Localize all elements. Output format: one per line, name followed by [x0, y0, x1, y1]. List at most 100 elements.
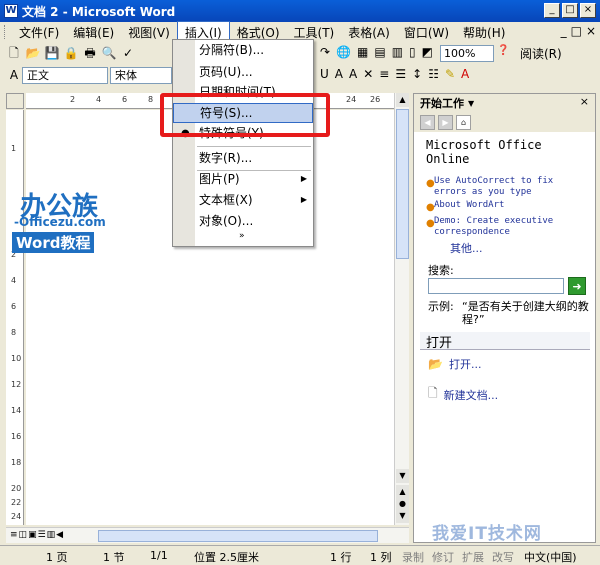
ruler-tick: 2: [70, 95, 76, 104]
scroll-up-arrow[interactable]: ▲: [396, 93, 409, 107]
print-icon[interactable]: 🖶: [82, 45, 98, 61]
maximize-button[interactable]: □: [562, 3, 578, 18]
close-button[interactable]: ×: [580, 3, 596, 18]
menu-item-object[interactable]: 对象(O)...: [197, 212, 313, 232]
menu-table[interactable]: 表格(A): [341, 22, 397, 43]
back-icon[interactable]: ◀: [420, 114, 435, 130]
menu-view[interactable]: 视图(V): [121, 22, 177, 43]
menubar-grip[interactable]: [4, 25, 8, 39]
chevron-down-icon[interactable]: ▼: [468, 99, 474, 108]
status-bar: 1 页 1 节 1/1 位置 2.5厘米 1 行 1 列 录制 修订 扩展 改写…: [0, 545, 600, 565]
drawing-icon[interactable]: ◩: [422, 45, 433, 59]
home-icon[interactable]: ⌂: [456, 114, 471, 130]
style-combo[interactable]: 正文: [22, 67, 108, 84]
normal-view-icon[interactable]: ≡: [10, 530, 18, 540]
open-folder-icon[interactable]: 📂: [25, 45, 41, 61]
doc-minimize-button[interactable]: _: [561, 24, 567, 38]
new-document-label[interactable]: 新建文档...: [444, 387, 499, 403]
align-icon[interactable]: ≡: [379, 67, 389, 81]
status-overtype[interactable]: 改写: [492, 549, 514, 565]
vertical-scroll-thumb[interactable]: [396, 109, 409, 259]
scroll-left-arrow[interactable]: ◀: [56, 530, 63, 540]
print-preview-icon[interactable]: 🔍: [101, 45, 117, 61]
print-view-icon[interactable]: ▣: [28, 530, 37, 540]
help-icon[interactable]: ❓: [497, 45, 509, 56]
ruler-tick: 6: [122, 95, 128, 104]
menu-item-textbox[interactable]: 文本框(X) ▶: [197, 191, 313, 211]
ruler-tick: 24: [11, 512, 22, 521]
char-border-icon[interactable]: A: [335, 67, 343, 81]
underline-icon[interactable]: U: [320, 67, 329, 81]
link-demo[interactable]: Demo: Create executive correspondence: [434, 216, 584, 238]
font-combo[interactable]: 宋体: [110, 67, 172, 84]
vertical-ruler[interactable]: 1 2 4 6 8 10 12 14 16 18 20 22 24: [6, 110, 24, 525]
menu-item-page-number[interactable]: 页码(U)...: [197, 63, 313, 83]
distributed-icon[interactable]: ☰: [395, 67, 406, 81]
menu-file[interactable]: 文件(F): [12, 22, 66, 43]
read-mode-button[interactable]: 阅读(R): [520, 45, 562, 62]
menu-item-break[interactable]: 分隔符(B)...: [197, 41, 313, 61]
search-input[interactable]: [428, 278, 564, 294]
line-spacing-icon[interactable]: ↕: [412, 67, 422, 81]
redo-icon[interactable]: ↷: [320, 45, 330, 59]
task-pane-header: 开始工作 ▼ ×: [414, 94, 595, 112]
spelling-icon[interactable]: ✓: [120, 45, 136, 61]
menu-item-picture[interactable]: 图片(P) ▶: [197, 170, 313, 190]
columns-icon[interactable]: ▯: [409, 45, 416, 59]
link-wordart[interactable]: About WordArt: [434, 200, 584, 211]
tables-borders-icon[interactable]: ▦: [357, 45, 368, 59]
numbering-icon[interactable]: ☷: [428, 67, 439, 81]
highlight-icon[interactable]: ✎: [445, 67, 455, 81]
word-app-icon[interactable]: W: [4, 4, 18, 18]
char-scale-icon[interactable]: ✕: [363, 67, 373, 81]
menu-edit[interactable]: 编辑(E): [66, 22, 121, 43]
doc-close-button[interactable]: ×: [586, 24, 596, 38]
open-action-label[interactable]: 打开...: [449, 356, 482, 372]
styles-formatting-icon[interactable]: A: [6, 67, 22, 83]
example-label: 示例:: [428, 300, 454, 313]
menu-window[interactable]: 窗口(W): [397, 22, 456, 43]
new-document-icon[interactable]: 🗋: [6, 45, 22, 61]
ruler-tick: 22: [11, 498, 22, 507]
char-shading-icon[interactable]: A: [349, 67, 357, 81]
doc-restore-button[interactable]: □: [571, 24, 582, 38]
search-go-button[interactable]: ➜: [568, 277, 586, 295]
ruler-tick: 10: [11, 354, 22, 363]
web-view-icon[interactable]: ◫: [19, 530, 28, 540]
insert-table-icon[interactable]: ▤: [374, 45, 385, 59]
minimize-button[interactable]: _: [544, 3, 560, 18]
vertical-scrollbar[interactable]: ▲ ▼ ▲ ● ▼: [394, 93, 409, 525]
font-color-icon[interactable]: A: [461, 67, 469, 81]
zoom-combo[interactable]: 100%: [440, 45, 494, 62]
task-pane: 开始工作 ▼ × ◀ ▶ ⌂ Microsoft Office Online ●…: [413, 93, 596, 543]
reading-view-icon[interactable]: ▥: [47, 530, 56, 540]
new-document-action[interactable]: 🗋 新建文档...: [428, 384, 498, 405]
hyperlink-icon[interactable]: 🌐: [336, 45, 351, 59]
more-link[interactable]: 其他...: [450, 240, 483, 256]
ruler-tick: 14: [11, 406, 22, 415]
menu-help[interactable]: 帮助(H): [456, 22, 512, 43]
link-autocorrect[interactable]: Use AutoCorrect to fix errors as you typ…: [434, 176, 584, 198]
status-track[interactable]: 修订: [432, 549, 454, 565]
scroll-down-arrow[interactable]: ▼: [396, 469, 409, 483]
status-record[interactable]: 录制: [402, 549, 424, 565]
permission-icon[interactable]: 🔒: [63, 45, 79, 61]
ruler-tick: 18: [11, 458, 22, 467]
tab-selector[interactable]: [6, 93, 24, 109]
forward-icon[interactable]: ▶: [438, 114, 453, 130]
open-action[interactable]: 📂 打开...: [428, 356, 481, 372]
submenu-arrow-icon: ▶: [300, 174, 307, 183]
horizontal-scroll-thumb[interactable]: [98, 530, 378, 542]
save-icon[interactable]: 💾: [44, 45, 60, 61]
excel-icon[interactable]: ▥: [392, 45, 403, 59]
horizontal-scrollbar[interactable]: ≡ ◫ ▣ ☰ ▥ ◀: [6, 527, 409, 543]
expand-menu-icon[interactable]: »: [239, 231, 245, 241]
menu-item-number[interactable]: 数字(R)...: [197, 149, 313, 169]
status-extend[interactable]: 扩展: [462, 549, 484, 565]
close-icon[interactable]: ×: [580, 95, 589, 108]
status-line: 1 行: [330, 551, 352, 564]
outline-view-icon[interactable]: ☰: [38, 530, 46, 540]
view-buttons: ≡ ◫ ▣ ☰ ▥ ◀: [10, 530, 63, 540]
ruler-tick: 6: [11, 302, 17, 311]
task-pane-title[interactable]: 开始工作: [420, 95, 464, 111]
